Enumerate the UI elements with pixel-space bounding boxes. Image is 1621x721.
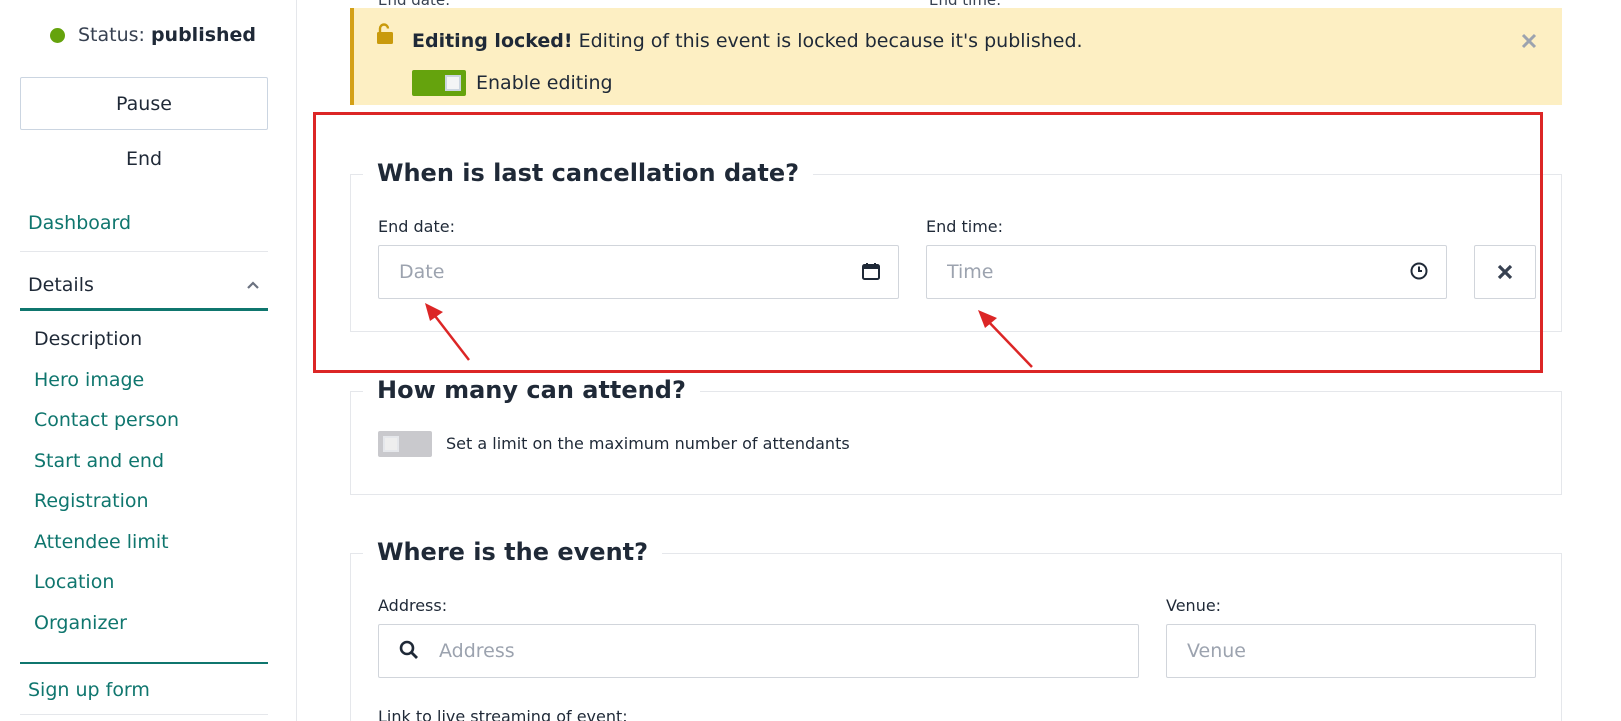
attendee-limit-toggle[interactable] xyxy=(378,431,432,457)
enable-editing-label: Enable editing xyxy=(476,72,613,94)
sidebar-item-sign-up-form[interactable]: Sign up form xyxy=(28,679,150,701)
pause-button[interactable]: Pause xyxy=(20,77,268,130)
sidebar-item-dashboard[interactable]: Dashboard xyxy=(28,212,131,234)
sidebar-item-contact-person[interactable]: Contact person xyxy=(34,409,179,450)
cancellation-date-input[interactable] xyxy=(378,245,899,299)
enable-editing-toggle[interactable] xyxy=(412,70,466,96)
cancellation-heading: When is last cancellation date? xyxy=(363,159,814,187)
sidebar-divider xyxy=(20,251,268,252)
calendar-icon[interactable] xyxy=(861,261,881,281)
alert-message: Editing locked! Editing of this event is… xyxy=(412,30,1083,52)
location-fieldset: Where is the event? Address: Venue: Link… xyxy=(350,538,1562,721)
status-value: published xyxy=(150,24,257,46)
sidebar-item-hero-image[interactable]: Hero image xyxy=(34,369,179,410)
sidebar-item-details-label: Details xyxy=(28,274,94,296)
sidebar-item-description[interactable]: Description xyxy=(34,328,179,369)
clock-icon[interactable] xyxy=(1409,261,1429,281)
toggle-knob xyxy=(445,75,461,91)
cancellation-fieldset: When is last cancellation date? End date… xyxy=(350,159,1562,332)
cancellation-time-input[interactable] xyxy=(926,245,1447,299)
cancellation-end-time-label: End time: xyxy=(926,217,1004,236)
address-label: Address: xyxy=(378,596,448,615)
sidebar-item-details[interactable]: Details xyxy=(20,262,268,311)
search-icon xyxy=(399,640,418,659)
unlock-icon xyxy=(377,23,393,44)
address-input[interactable] xyxy=(378,624,1139,678)
close-icon[interactable] xyxy=(1520,32,1538,50)
clear-cancellation-button[interactable] xyxy=(1474,245,1536,299)
sidebar-section-divider xyxy=(20,662,268,664)
event-status: Status: published xyxy=(50,24,256,46)
status-label: Status: xyxy=(78,24,145,46)
toggle-knob xyxy=(383,436,399,452)
clear-icon xyxy=(1497,264,1513,280)
sidebar-item-registration[interactable]: Registration xyxy=(34,490,179,531)
location-heading: Where is the event? xyxy=(363,538,663,566)
sidebar-item-start-and-end[interactable]: Start and end xyxy=(34,450,179,491)
attendee-limit-label: Set a limit on the maximum number of att… xyxy=(446,434,850,453)
venue-input[interactable] xyxy=(1166,624,1536,678)
sidebar-item-attendee-limit[interactable]: Attendee limit xyxy=(34,531,179,572)
chevron-up-icon xyxy=(247,281,259,289)
alert-title: Editing locked! xyxy=(412,30,573,52)
details-subnav: Description Hero image Contact person St… xyxy=(34,328,179,652)
end-button[interactable]: End xyxy=(20,148,268,170)
attendance-fieldset: How many can attend? Set a limit on the … xyxy=(350,376,1562,495)
attendance-heading: How many can attend? xyxy=(363,376,700,404)
venue-label: Venue: xyxy=(1166,596,1222,615)
stream-link-label: Link to live streaming of event: xyxy=(378,707,628,721)
sidebar-item-organizer[interactable]: Organizer xyxy=(34,612,179,653)
alert-body: Editing of this event is locked because … xyxy=(578,30,1083,52)
editing-locked-alert: Editing locked! Editing of this event is… xyxy=(350,8,1562,105)
sidebar: Status: published Pause End Dashboard De… xyxy=(0,0,297,721)
main-content: End date: End time: Editing locked! Edit… xyxy=(297,0,1621,721)
sidebar-divider xyxy=(20,714,268,715)
cancellation-end-date-label: End date: xyxy=(378,217,455,236)
sidebar-item-location[interactable]: Location xyxy=(34,571,179,612)
status-dot xyxy=(50,27,65,43)
